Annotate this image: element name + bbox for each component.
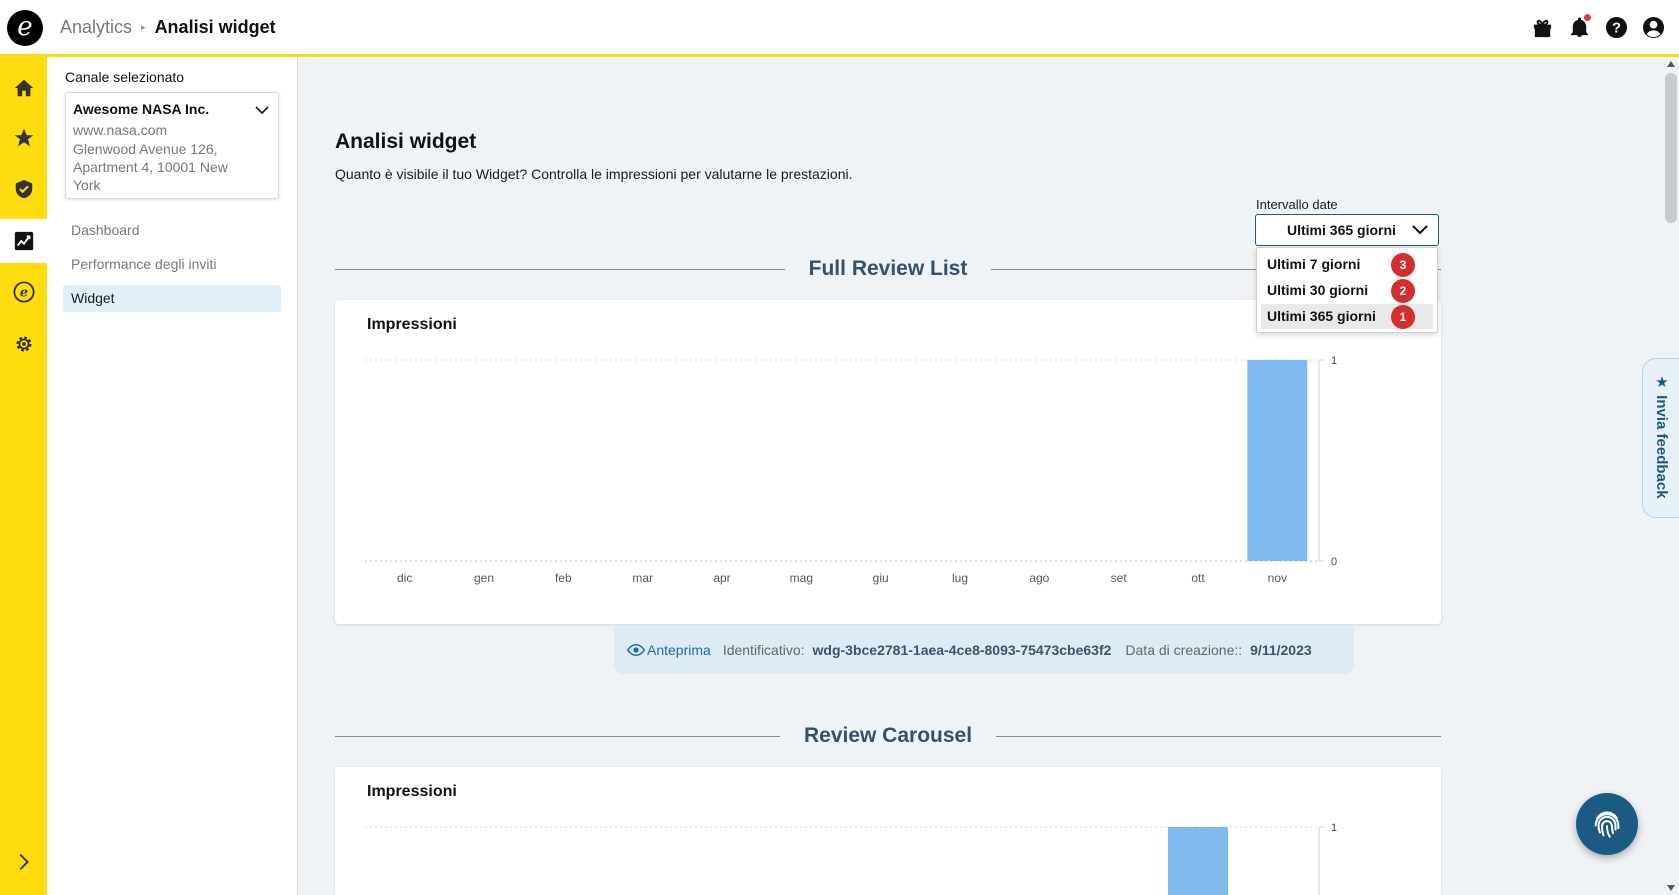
date-range-dropdown: Ultimi 7 giorni 3 Ultimi 30 giorni 2 Ult… — [1256, 247, 1438, 333]
breadcrumb-analytics[interactable]: Analytics — [60, 17, 132, 38]
x-tick-label: feb — [555, 571, 572, 585]
x-tick-label: giu — [873, 571, 889, 585]
fingerprint-icon — [1594, 811, 1620, 838]
x-tick-label: ott — [1191, 571, 1205, 585]
preview-link[interactable]: Anteprima — [627, 642, 711, 658]
channel-address: Glenwood Avenue 126, Apartment 4, 10001 … — [73, 141, 228, 193]
svg-text:?: ? — [1612, 20, 1621, 36]
star-icon — [14, 128, 33, 147]
nav-widget[interactable]: Widget — [63, 285, 281, 312]
section-title: Review Carousel — [803, 724, 973, 747]
breadcrumb-current: Analisi widget — [154, 17, 276, 37]
channel-url: www.nasa.com — [73, 122, 168, 138]
user-icon[interactable] — [1642, 15, 1665, 40]
scroll-thumb[interactable] — [1665, 73, 1677, 223]
x-tick-label: mar — [632, 571, 653, 585]
x-tick-label: ago — [1029, 571, 1049, 585]
gift-icon[interactable] — [1531, 15, 1554, 40]
scroll-down-icon[interactable] — [1667, 885, 1675, 891]
rail-trustmark[interactable] — [0, 167, 47, 211]
icon-rail: e — [0, 57, 47, 895]
chevron-down-icon — [255, 106, 269, 115]
eye-icon — [627, 643, 645, 657]
chevron-down-icon — [1412, 225, 1428, 235]
date-option-30[interactable]: Ultimi 30 giorni 2 — [1261, 278, 1433, 303]
x-tick-label: apr — [713, 571, 730, 585]
date-option-label: Ultimi 7 giorni — [1267, 256, 1361, 272]
chevron-right-icon — [19, 854, 29, 870]
home-icon — [14, 79, 33, 97]
date-range-select[interactable]: Ultimi 365 giorni — [1255, 214, 1439, 246]
trusted-shops-icon: e — [12, 281, 35, 303]
identifier-label: Identificativo: — [722, 642, 805, 658]
sub-sidebar: Canale selezionato Awesome NASA Inc. www… — [47, 57, 298, 895]
x-tick-label: mag — [790, 571, 813, 585]
section-title: Full Review List — [808, 257, 968, 280]
x-tick-label: set — [1111, 571, 1128, 585]
rail-analytics[interactable] — [0, 219, 47, 263]
x-tick-label: lug — [952, 571, 968, 585]
date-option-label: Ultimi 365 giorni — [1267, 308, 1376, 324]
identifier-value: wdg-3bce2781-1aea-4ce8-8093-75473cbe63f2 — [812, 642, 1112, 658]
impressions-card: Impressioni 1 — [335, 767, 1441, 895]
rail-settings[interactable] — [0, 322, 47, 366]
creation-date-label: Data di creazione:: — [1125, 642, 1243, 658]
date-option-label: Ultimi 30 giorni — [1267, 282, 1369, 298]
help-icon[interactable]: ? — [1605, 15, 1628, 40]
trusted-shops-logo[interactable]: e — [7, 10, 43, 46]
option-badge: 1 — [1391, 305, 1415, 329]
chart-bar — [1247, 360, 1308, 561]
fingerprint-button[interactable] — [1576, 793, 1638, 855]
creation-date-value: 9/11/2023 — [1250, 642, 1312, 658]
option-badge: 3 — [1391, 253, 1415, 277]
divider — [335, 268, 785, 270]
notification-dot — [1584, 14, 1591, 21]
rail-reviews[interactable] — [0, 116, 47, 160]
nav-invite-performance[interactable]: Performance degli inviti — [63, 251, 281, 278]
nav-dashboard[interactable]: Dashboard — [63, 217, 281, 244]
divider — [335, 735, 780, 737]
widget-meta-bar: Anteprima Identificativo: wdg-3bce2781-1… — [614, 626, 1354, 674]
page-description: Quanto è visibile il tuo Widget? Control… — [335, 166, 853, 182]
date-option-365[interactable]: Ultimi 365 giorni 1 — [1261, 304, 1433, 329]
x-tick-label: dic — [397, 571, 412, 585]
x-tick-label: nov — [1268, 571, 1287, 585]
date-option-7[interactable]: Ultimi 7 giorni 3 — [1261, 252, 1433, 277]
feedback-text: Invia feedback — [1653, 395, 1670, 499]
svg-text:e: e — [19, 286, 27, 301]
date-range-selected: Ultimi 365 giorni — [1287, 222, 1396, 238]
divider — [996, 735, 1442, 737]
preview-label: Anteprima — [647, 642, 711, 658]
impressions-card: Impressioni 0 1 dic gen feb mar apr mag giu lug ag… — [335, 300, 1441, 624]
top-header: e Analytics ▸ Analisi widget ? — [0, 0, 1679, 57]
bell-icon[interactable] — [1568, 14, 1591, 40]
breadcrumb-separator-icon: ▸ — [141, 22, 146, 32]
impressions-chart: 1 — [365, 822, 1337, 895]
channel-label: Canale selezionato — [65, 69, 185, 85]
date-range-label: Intervallo date — [1256, 197, 1338, 212]
settings-icon — [15, 336, 32, 352]
expand-rail-button[interactable] — [12, 851, 34, 873]
page-title: Analisi widget — [335, 130, 477, 153]
rail-trusted-shops[interactable]: e — [0, 270, 47, 314]
shield-icon — [15, 179, 32, 199]
x-tick-label: gen — [474, 571, 494, 585]
rail-home[interactable] — [0, 66, 47, 110]
feedback-label: ★ Invia feedback — [1653, 373, 1670, 499]
y-tick-label: 1 — [1331, 822, 1337, 834]
breadcrumb: Analytics ▸ Analisi widget — [60, 17, 276, 38]
impressions-chart: 0 1 dic gen feb mar apr mag giu lug ago set ott nov — [365, 355, 1337, 585]
channel-selector[interactable]: Awesome NASA Inc. www.nasa.com Glenwood … — [65, 92, 279, 199]
y-tick-label: 1 — [1331, 355, 1337, 367]
section-heading-review-carousel: Review Carousel — [335, 721, 1442, 751]
chart-bar — [1168, 827, 1228, 895]
analytics-icon — [14, 231, 33, 251]
y-tick-label: 0 — [1331, 556, 1337, 568]
channel-name: Awesome NASA Inc. — [73, 101, 210, 117]
feedback-tab[interactable]: ★ Invia feedback — [1642, 358, 1679, 518]
scroll-up-icon[interactable] — [1667, 61, 1675, 67]
option-badge: 2 — [1391, 279, 1415, 303]
header-actions: ? — [1531, 14, 1665, 40]
